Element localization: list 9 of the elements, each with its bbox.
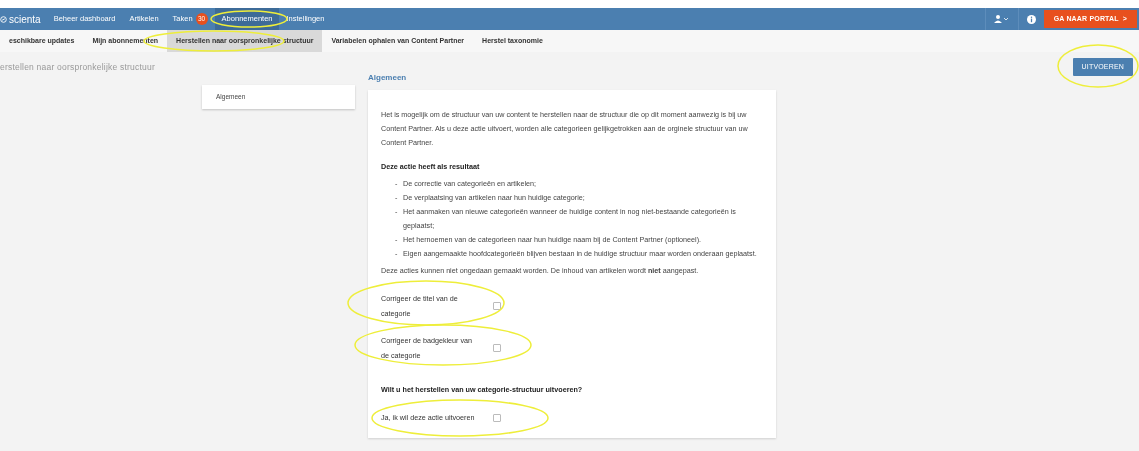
user-icon xyxy=(993,15,1010,23)
logo[interactable]: scienta xyxy=(0,8,47,30)
checkbox[interactable] xyxy=(493,344,501,352)
checkbox[interactable] xyxy=(493,414,501,422)
logo-icon xyxy=(0,15,7,23)
section-heading: Algemeen xyxy=(368,72,408,84)
page-title: erstellen naar oorspronkelijke structuur xyxy=(0,60,155,74)
info-icon xyxy=(1026,14,1036,24)
checkbox[interactable] xyxy=(493,302,501,310)
